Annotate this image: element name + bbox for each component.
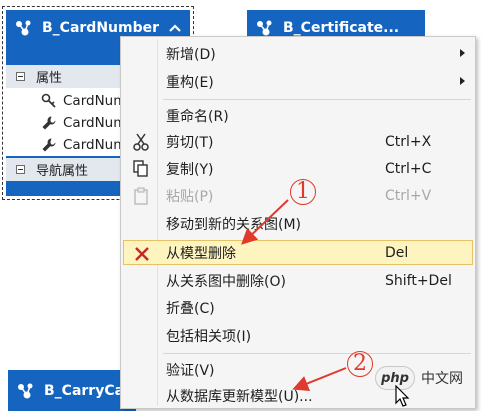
annotation-marker-1: 1	[290, 179, 316, 205]
mouse-cursor-icon	[395, 385, 410, 407]
watermark: php 中文网	[375, 363, 463, 393]
annotation-arrows	[241, 199, 347, 391]
annotation-arrow-1	[241, 199, 289, 245]
annotation-marker-2: 2	[347, 351, 373, 377]
annotation-arrow-2	[292, 367, 347, 391]
watermark-text: 中文网	[421, 371, 463, 387]
